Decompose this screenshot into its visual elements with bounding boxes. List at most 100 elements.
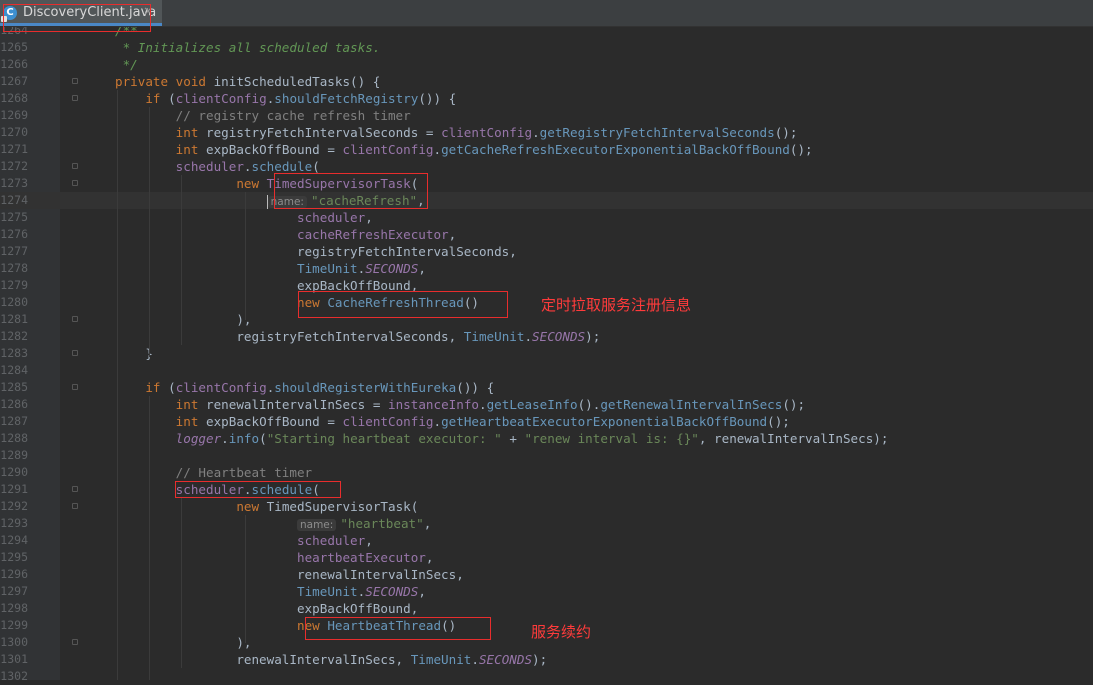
code-token: ();: [782, 397, 806, 412]
code-line[interactable]: 1267 private void initScheduledTasks() {: [0, 73, 1093, 90]
code-line[interactable]: 1272 scheduler.schedule(: [0, 158, 1093, 175]
code-text: ),: [115, 311, 251, 328]
code-line[interactable]: 1284: [0, 362, 1093, 379]
code-text: scheduler,: [115, 532, 373, 549]
fold-marker-icon[interactable]: [72, 316, 78, 322]
code-line[interactable]: 1274 name: "cacheRefresh",: [0, 192, 1093, 209]
code-token: ();: [789, 142, 813, 157]
code-token: info: [228, 431, 260, 446]
line-number: 1273: [0, 176, 28, 190]
code-token: registryFetchIntervalSeconds =: [206, 125, 442, 140]
line-number: 1282: [0, 329, 28, 343]
code-line[interactable]: 1291 scheduler.schedule(: [0, 481, 1093, 498]
parameter-hint: name:: [296, 519, 337, 531]
code-editor[interactable]: 1264/** 1265 * Initializes all scheduled …: [0, 22, 1093, 685]
code-line[interactable]: 1293 name: "heartbeat",: [0, 515, 1093, 532]
code-token: initScheduledTasks() {: [213, 74, 381, 89]
fold-marker-icon[interactable]: [72, 163, 78, 169]
code-line[interactable]: 1283 }: [0, 345, 1093, 362]
code-token: ),: [115, 312, 252, 327]
line-number: 1284: [0, 363, 28, 377]
code-line[interactable]: 1270 int registryFetchIntervalSeconds = …: [0, 124, 1093, 141]
code-line[interactable]: 1279 expBackOffBound,: [0, 277, 1093, 294]
code-line[interactable]: 1288 logger.info("Starting heartbeat exe…: [0, 430, 1093, 447]
line-number: 1289: [0, 448, 28, 462]
code-token: // Heartbeat timer: [115, 465, 313, 480]
code-text: name: "heartbeat",: [115, 515, 431, 532]
code-line[interactable]: 1294 scheduler,: [0, 532, 1093, 549]
code-line[interactable]: 1287 int expBackOffBound = clientConfig.…: [0, 413, 1093, 430]
code-line[interactable]: 1266 */: [0, 56, 1093, 73]
line-number: 1294: [0, 533, 28, 547]
indent-guide: [149, 107, 150, 357]
code-line[interactable]: 1296 renewalIntervalInSecs,: [0, 566, 1093, 583]
code-line[interactable]: 1292 new TimedSupervisorTask(: [0, 498, 1093, 515]
code-line[interactable]: 1273 new TimedSupervisorTask(: [0, 175, 1093, 192]
code-text: ),: [115, 634, 251, 651]
code-token: SECONDS: [532, 329, 586, 344]
code-line[interactable]: 1297 TimeUnit.SECONDS,: [0, 583, 1093, 600]
code-line[interactable]: 1269 // registry cache refresh timer: [0, 107, 1093, 124]
code-text: registryFetchIntervalSeconds, TimeUnit.S…: [115, 328, 600, 345]
fold-marker-icon[interactable]: [72, 486, 78, 492]
code-line[interactable]: 1290 // Heartbeat timer: [0, 464, 1093, 481]
code-token: TimeUnit: [296, 261, 358, 276]
indent-guide: [181, 498, 182, 668]
code-token: */: [115, 57, 138, 72]
highlight-box-cache-refresh-thread: [298, 291, 508, 318]
code-line[interactable]: 1271 int expBackOffBound = clientConfig.…: [0, 141, 1093, 158]
line-number: 1299: [0, 618, 28, 632]
code-line[interactable]: 1282 registryFetchIntervalSeconds, TimeU…: [0, 328, 1093, 345]
line-number: 1281: [0, 312, 28, 326]
code-line[interactable]: 1298 expBackOffBound,: [0, 600, 1093, 617]
fold-marker-icon[interactable]: [72, 503, 78, 509]
code-line[interactable]: 1276 cacheRefreshExecutor,: [0, 226, 1093, 243]
code-text: renewalIntervalInSecs, TimeUnit.SECONDS)…: [115, 651, 547, 668]
code-token: new: [236, 176, 267, 191]
fold-marker-icon[interactable]: [72, 180, 78, 186]
fold-marker-icon[interactable]: [72, 95, 78, 101]
code-token: ),: [115, 635, 252, 650]
fold-marker-icon[interactable]: [72, 639, 78, 645]
code-token: TimeUnit: [410, 652, 472, 667]
line-number: 1267: [0, 74, 28, 88]
code-line[interactable]: 1278 TimeUnit.SECONDS,: [0, 260, 1093, 277]
code-token: );: [532, 652, 548, 667]
code-line[interactable]: 1302: [0, 668, 1093, 685]
code-line[interactable]: 1289: [0, 447, 1093, 464]
line-number: 1298: [0, 601, 28, 615]
code-token: .: [433, 414, 442, 429]
code-token: expBackOffBound =: [206, 414, 343, 429]
code-token: getCacheRefreshExecutorExponentialBackOf…: [441, 142, 790, 157]
line-number: 1274: [0, 193, 28, 207]
code-token: scheduler: [296, 533, 366, 548]
fold-marker-icon[interactable]: [72, 78, 78, 84]
fold-marker-icon[interactable]: [72, 350, 78, 356]
code-token: clientConfig: [342, 142, 434, 157]
code-text: }: [115, 345, 153, 362]
line-number: 1291: [0, 482, 28, 496]
code-line[interactable]: 1275 scheduler,: [0, 209, 1093, 226]
fold-marker-icon[interactable]: [72, 384, 78, 390]
line-number: 1276: [0, 227, 28, 241]
code-line[interactable]: 1268 if (clientConfig.shouldFetchRegistr…: [0, 90, 1093, 107]
code-line[interactable]: 1295 heartbeatExecutor,: [0, 549, 1093, 566]
code-line[interactable]: 1301 renewalIntervalInSecs, TimeUnit.SEC…: [0, 651, 1093, 668]
code-text: * Initializes all scheduled tasks.: [115, 39, 381, 56]
code-line[interactable]: 1285 if (clientConfig.shouldRegisterWith…: [0, 379, 1093, 396]
code-token: clientConfig: [441, 125, 533, 140]
code-line[interactable]: 1286 int renewalIntervalInSecs = instanc…: [0, 396, 1093, 413]
code-token: new: [236, 499, 267, 514]
code-token: scheduler: [296, 210, 366, 225]
code-text: heartbeatExecutor,: [115, 549, 434, 566]
code-line[interactable]: 1265 * Initializes all scheduled tasks.: [0, 39, 1093, 56]
code-line[interactable]: 1277 registryFetchIntervalSeconds,: [0, 243, 1093, 260]
